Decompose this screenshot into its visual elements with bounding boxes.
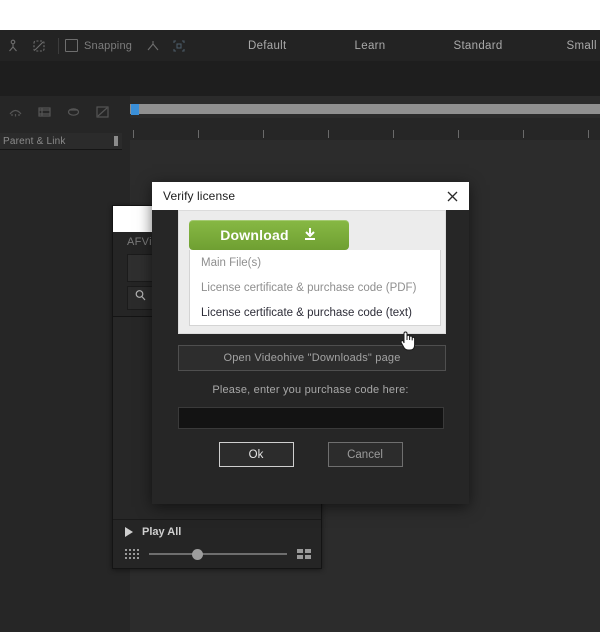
plugin-panel-footer: Play All [113,519,321,568]
timeline-ruler[interactable] [130,118,600,141]
ok-button[interactable]: Ok [218,442,294,467]
motion-blur-icon[interactable] [66,105,81,124]
purchase-code-input[interactable] [178,407,444,429]
grid-dots-icon[interactable] [125,549,139,559]
open-downloads-page-button[interactable]: Open Videohive "Downloads" page [178,345,446,371]
tab-default[interactable]: Default [238,40,297,52]
purchase-code-prompt: Please, enter you purchase code here: [212,384,409,396]
play-all-control[interactable]: Play All [125,526,181,538]
cancel-button[interactable]: Cancel [327,442,403,467]
screen-root: Snapping Default Learn Standard Small Sc… [0,0,600,632]
tab-standard[interactable]: Standard [443,40,512,52]
download-arrow-icon [302,227,318,244]
toolbar-divider [58,37,59,54]
frame-blend-icon[interactable] [37,105,52,124]
puppet-pin-icon[interactable] [0,30,26,61]
parent-and-link-bar[interactable]: Parent & Link [0,133,122,150]
region-of-interest-icon[interactable] [166,30,192,61]
download-button-label: Download [220,227,289,243]
graph-editor-icon[interactable] [95,105,110,124]
dialog-button-row: Ok Cancel [152,442,469,467]
parent-link-caret [114,136,118,146]
toolbar-tools-group: Snapping [0,30,192,61]
parent-and-link-label: Parent & Link [3,135,66,147]
verify-license-dialog: Verify license Download Main File(s) Lic… [152,182,469,504]
timeline-playhead[interactable] [131,104,139,115]
menu-item-license-pdf[interactable]: License certificate & purchase code (PDF… [190,275,440,300]
close-x-icon[interactable] [435,182,469,210]
tab-learn[interactable]: Learn [345,40,396,52]
grid-blocks-icon[interactable] [297,549,311,559]
slider-handle[interactable] [191,549,203,560]
app-panel-gap [0,61,600,96]
dialog-title: Verify license [163,189,236,203]
download-area: Download Main File(s) License certificat… [178,210,446,334]
menu-item-license-text[interactable]: License certificate & purchase code (tex… [190,300,440,325]
snapping-checkbox[interactable] [65,39,78,52]
download-dropdown-menu: Main File(s) License certificate & purch… [189,250,441,326]
layer-switch-icons [0,96,138,132]
magnifier-icon [134,289,147,307]
dialog-titlebar: Verify license [152,182,469,210]
app-top-white-strip [0,0,600,30]
dialog-body: Download Main File(s) License certificat… [152,210,469,504]
workspace-tabs: Default Learn Standard Small Screen [232,30,600,61]
roto-brush-icon[interactable] [26,30,52,61]
snap-arrow-icon[interactable] [140,30,166,61]
thumbnail-size-slider[interactable] [149,547,287,561]
tab-small-screen[interactable]: Small Screen [557,40,600,52]
app-toolbar: Snapping Default Learn Standard Small Sc… [0,30,600,62]
snapping-label: Snapping [84,39,133,52]
slider-track [149,553,287,555]
menu-item-main-files[interactable]: Main File(s) [190,250,440,275]
play-triangle-icon [125,527,133,537]
shy-icon[interactable] [8,105,23,124]
plugin-view-controls [125,546,311,562]
play-all-label: Play All [142,526,182,538]
download-button[interactable]: Download [189,220,349,250]
timeline-work-area-bar[interactable] [130,104,600,114]
